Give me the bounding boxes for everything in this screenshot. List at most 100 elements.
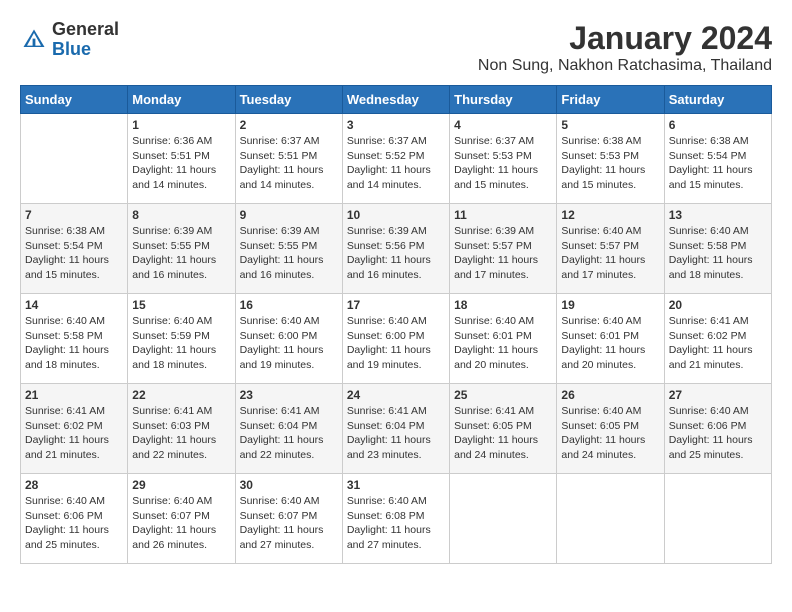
calendar-table: SundayMondayTuesdayWednesdayThursdayFrid… — [20, 85, 772, 564]
day-number: 31 — [347, 478, 445, 492]
calendar-cell — [21, 114, 128, 204]
day-info: Sunrise: 6:39 AMSunset: 5:56 PMDaylight:… — [347, 224, 445, 283]
day-number: 21 — [25, 388, 123, 402]
logo-general: General — [52, 19, 119, 39]
day-number: 23 — [240, 388, 338, 402]
day-info: Sunrise: 6:38 AMSunset: 5:54 PMDaylight:… — [25, 224, 123, 283]
calendar-cell: 28 Sunrise: 6:40 AMSunset: 6:06 PMDayligh… — [21, 474, 128, 564]
calendar-cell: 27 Sunrise: 6:40 AMSunset: 6:06 PMDayligh… — [664, 384, 771, 474]
calendar-cell: 11 Sunrise: 6:39 AMSunset: 5:57 PMDayligh… — [450, 204, 557, 294]
calendar-cell: 22Sunrise: 6:41 AMSunset: 6:03 PMDayligh… — [128, 384, 235, 474]
day-header-thursday: Thursday — [450, 86, 557, 114]
day-info: Sunrise: 6:37 AMSunset: 5:53 PMDaylight:… — [454, 134, 552, 193]
day-number: 9 — [240, 208, 338, 222]
day-number: 6 — [669, 118, 767, 132]
calendar-cell: 23 Sunrise: 6:41 AMSunset: 6:04 PMDayligh… — [235, 384, 342, 474]
calendar-cell: 3 Sunrise: 6:37 AMSunset: 5:52 PMDaylight… — [342, 114, 449, 204]
calendar-cell: 1Sunrise: 6:36 AMSunset: 5:51 PMDaylight… — [128, 114, 235, 204]
day-header-wednesday: Wednesday — [342, 86, 449, 114]
day-header-friday: Friday — [557, 86, 664, 114]
calendar-cell: 26Sunrise: 6:40 AMSunset: 6:05 PMDayligh… — [557, 384, 664, 474]
page-header: General Blue January 2024 Non Sung, Nakh… — [20, 20, 772, 75]
day-number: 25 — [454, 388, 552, 402]
calendar-cell — [557, 474, 664, 564]
calendar-cell: 20Sunrise: 6:41 AMSunset: 6:02 PMDayligh… — [664, 294, 771, 384]
calendar-cell: 4 Sunrise: 6:37 AMSunset: 5:53 PMDaylight… — [450, 114, 557, 204]
logo: General Blue — [20, 20, 119, 60]
day-number: 27 — [669, 388, 767, 402]
day-info: Sunrise: 6:41 AMSunset: 6:05 PMDaylight:… — [454, 404, 552, 463]
calendar-cell — [664, 474, 771, 564]
day-number: 15 — [132, 298, 230, 312]
day-info: Sunrise: 6:39 AMSunset: 5:55 PMDaylight:… — [240, 224, 338, 283]
day-info: Sunrise: 6:41 AMSunset: 6:02 PMDaylight:… — [25, 404, 123, 463]
day-info: Sunrise: 6:40 AMSunset: 6:05 PMDaylight:… — [561, 404, 659, 463]
day-number: 11 — [454, 208, 552, 222]
day-number: 18 — [454, 298, 552, 312]
day-number: 24 — [347, 388, 445, 402]
day-info: Sunrise: 6:40 AMSunset: 6:06 PMDaylight:… — [669, 404, 767, 463]
day-info: Sunrise: 6:38 AMSunset: 5:54 PMDaylight:… — [669, 134, 767, 193]
day-info: Sunrise: 6:41 AMSunset: 6:04 PMDaylight:… — [347, 404, 445, 463]
calendar-subtitle: Non Sung, Nakhon Ratchasima, Thailand — [478, 57, 772, 75]
day-info: Sunrise: 6:40 AMSunset: 6:01 PMDaylight:… — [561, 314, 659, 373]
day-number: 10 — [347, 208, 445, 222]
calendar-cell: 25 Sunrise: 6:41 AMSunset: 6:05 PMDayligh… — [450, 384, 557, 474]
calendar-cell: 9 Sunrise: 6:39 AMSunset: 5:55 PMDaylight… — [235, 204, 342, 294]
logo-blue: Blue — [52, 39, 91, 59]
day-header-saturday: Saturday — [664, 86, 771, 114]
day-number: 16 — [240, 298, 338, 312]
day-number: 7 — [25, 208, 123, 222]
day-number: 28 — [25, 478, 123, 492]
day-info: Sunrise: 6:40 AMSunset: 5:58 PMDaylight:… — [25, 314, 123, 373]
calendar-week-2: 7 Sunrise: 6:38 AMSunset: 5:54 PMDaylight… — [21, 204, 772, 294]
calendar-cell: 2Sunrise: 6:37 AMSunset: 5:51 PMDaylight… — [235, 114, 342, 204]
title-block: January 2024 Non Sung, Nakhon Ratchasima… — [478, 20, 772, 75]
calendar-cell: 13 Sunrise: 6:40 AMSunset: 5:58 PMDayligh… — [664, 204, 771, 294]
day-number: 5 — [561, 118, 659, 132]
day-number: 13 — [669, 208, 767, 222]
calendar-cell: 30 Sunrise: 6:40 AMSunset: 6:07 PMDayligh… — [235, 474, 342, 564]
logo-text: General Blue — [52, 20, 119, 60]
day-info: Sunrise: 6:40 AMSunset: 6:00 PMDaylight:… — [240, 314, 338, 373]
day-info: Sunrise: 6:41 AMSunset: 6:02 PMDaylight:… — [669, 314, 767, 373]
logo-icon — [20, 26, 48, 54]
calendar-title: January 2024 — [478, 20, 772, 57]
calendar-week-3: 14 Sunrise: 6:40 AMSunset: 5:58 PMDayligh… — [21, 294, 772, 384]
day-info: Sunrise: 6:40 AMSunset: 6:01 PMDaylight:… — [454, 314, 552, 373]
day-header-monday: Monday — [128, 86, 235, 114]
day-number: 29 — [132, 478, 230, 492]
day-info: Sunrise: 6:41 AMSunset: 6:03 PMDaylight:… — [132, 404, 230, 463]
calendar-cell: 24 Sunrise: 6:41 AMSunset: 6:04 PMDayligh… — [342, 384, 449, 474]
day-number: 19 — [561, 298, 659, 312]
day-number: 4 — [454, 118, 552, 132]
day-number: 17 — [347, 298, 445, 312]
calendar-cell: 19 Sunrise: 6:40 AMSunset: 6:01 PMDayligh… — [557, 294, 664, 384]
calendar-week-5: 28 Sunrise: 6:40 AMSunset: 6:06 PMDayligh… — [21, 474, 772, 564]
day-info: Sunrise: 6:40 AMSunset: 6:06 PMDaylight:… — [25, 494, 123, 553]
calendar-cell: 6 Sunrise: 6:38 AMSunset: 5:54 PMDaylight… — [664, 114, 771, 204]
day-info: Sunrise: 6:40 AMSunset: 6:07 PMDaylight:… — [240, 494, 338, 553]
day-info: Sunrise: 6:38 AMSunset: 5:53 PMDaylight:… — [561, 134, 659, 193]
day-info: Sunrise: 6:40 AMSunset: 6:07 PMDaylight:… — [132, 494, 230, 553]
day-info: Sunrise: 6:39 AMSunset: 5:57 PMDaylight:… — [454, 224, 552, 283]
calendar-cell: 5 Sunrise: 6:38 AMSunset: 5:53 PMDaylight… — [557, 114, 664, 204]
calendar-cell: 21 Sunrise: 6:41 AMSunset: 6:02 PMDayligh… — [21, 384, 128, 474]
calendar-cell: 14 Sunrise: 6:40 AMSunset: 5:58 PMDayligh… — [21, 294, 128, 384]
day-info: Sunrise: 6:37 AMSunset: 5:52 PMDaylight:… — [347, 134, 445, 193]
calendar-cell: 7 Sunrise: 6:38 AMSunset: 5:54 PMDaylight… — [21, 204, 128, 294]
day-number: 14 — [25, 298, 123, 312]
day-info: Sunrise: 6:40 AMSunset: 5:57 PMDaylight:… — [561, 224, 659, 283]
day-info: Sunrise: 6:36 AMSunset: 5:51 PMDaylight:… — [132, 134, 230, 193]
day-number: 3 — [347, 118, 445, 132]
day-number: 30 — [240, 478, 338, 492]
day-info: Sunrise: 6:40 AMSunset: 6:08 PMDaylight:… — [347, 494, 445, 553]
day-number: 8 — [132, 208, 230, 222]
day-info: Sunrise: 6:40 AMSunset: 5:58 PMDaylight:… — [669, 224, 767, 283]
calendar-cell: 16 Sunrise: 6:40 AMSunset: 6:00 PMDayligh… — [235, 294, 342, 384]
day-info: Sunrise: 6:41 AMSunset: 6:04 PMDaylight:… — [240, 404, 338, 463]
calendar-cell — [450, 474, 557, 564]
day-info: Sunrise: 6:37 AMSunset: 5:51 PMDaylight:… — [240, 134, 338, 193]
calendar-cell: 15Sunrise: 6:40 AMSunset: 5:59 PMDayligh… — [128, 294, 235, 384]
day-header-sunday: Sunday — [21, 86, 128, 114]
